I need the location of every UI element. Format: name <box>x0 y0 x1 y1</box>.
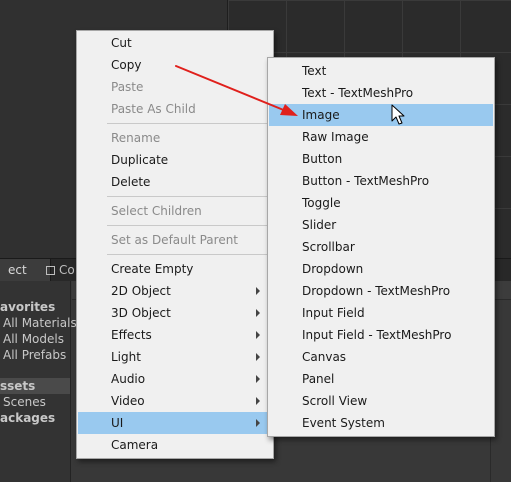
menu-item-label: Copy <box>111 58 142 72</box>
menu-item-set-default-parent[interactable]: Set as Default Parent <box>78 229 272 251</box>
menu-item-label: Set as Default Parent <box>111 233 239 247</box>
submenu-item-label: Image <box>302 108 340 122</box>
submenu-item-button-tmp[interactable]: Button - TextMeshPro <box>269 170 493 192</box>
menu-separator <box>107 254 269 255</box>
menu-item-3d-object[interactable]: 3D Object <box>78 302 272 324</box>
menu-item-delete[interactable]: Delete <box>78 171 272 193</box>
menu-item-label: Create Empty <box>111 262 194 276</box>
submenu-item-label: Button <box>302 152 343 166</box>
menu-item-label: Cut <box>111 36 132 50</box>
menu-item-rename[interactable]: Rename <box>78 127 272 149</box>
menu-item-2d-object[interactable]: 2D Object <box>78 280 272 302</box>
menu-item-label: 2D Object <box>111 284 171 298</box>
submenu-item-label: Event System <box>302 416 385 430</box>
tree-all-prefabs[interactable]: All Prefabs <box>3 347 66 363</box>
submenu-item-raw-image[interactable]: Raw Image <box>269 126 493 148</box>
submenu-item-label: Text <box>302 64 327 78</box>
tab-project-label: ect <box>8 263 27 277</box>
project-tree: avorites All Materials All Models All Pr… <box>0 281 77 482</box>
menu-item-copy[interactable]: Copy <box>78 54 272 76</box>
menu-item-light[interactable]: Light <box>78 346 272 368</box>
submenu-item-scrollbar[interactable]: Scrollbar <box>269 236 493 258</box>
menu-item-video[interactable]: Video <box>78 390 272 412</box>
menu-item-create-empty[interactable]: Create Empty <box>78 258 272 280</box>
menu-item-paste-as-child[interactable]: Paste As Child <box>78 98 272 120</box>
console-icon <box>46 266 55 275</box>
menu-item-duplicate[interactable]: Duplicate <box>78 149 272 171</box>
ui-submenu: Text Text - TextMeshPro Image Raw Image … <box>267 57 495 437</box>
menu-item-effects[interactable]: Effects <box>78 324 272 346</box>
menu-item-select-children[interactable]: Select Children <box>78 200 272 222</box>
menu-item-label: Light <box>111 350 141 364</box>
submenu-arrow-icon <box>256 397 260 405</box>
menu-item-paste[interactable]: Paste <box>78 76 272 98</box>
tree-all-models[interactable]: All Models <box>3 331 64 347</box>
menu-item-camera[interactable]: Camera <box>78 434 272 456</box>
submenu-item-label: Scrollbar <box>302 240 355 254</box>
menu-item-cut[interactable]: Cut <box>78 32 272 54</box>
tree-scenes[interactable]: Scenes <box>3 394 46 410</box>
tab-console-label: Co <box>59 263 75 277</box>
submenu-item-toggle[interactable]: Toggle <box>269 192 493 214</box>
submenu-item-label: Text - TextMeshPro <box>302 86 414 100</box>
submenu-item-canvas[interactable]: Canvas <box>269 346 493 368</box>
menu-item-label: Rename <box>111 131 161 145</box>
submenu-arrow-icon <box>256 331 260 339</box>
menu-item-label: UI <box>111 416 124 430</box>
menu-separator <box>107 196 269 197</box>
submenu-item-label: Input Field - TextMeshPro <box>302 328 452 342</box>
menu-separator <box>107 123 269 124</box>
menu-item-label: Delete <box>111 175 151 189</box>
submenu-arrow-icon <box>256 353 260 361</box>
submenu-item-text-tmp[interactable]: Text - TextMeshPro <box>269 82 493 104</box>
submenu-item-label: Canvas <box>302 350 347 364</box>
submenu-item-label: Scroll View <box>302 394 368 408</box>
menu-item-label: Effects <box>111 328 152 342</box>
submenu-item-text[interactable]: Text <box>269 60 493 82</box>
submenu-item-panel[interactable]: Panel <box>269 368 493 390</box>
submenu-item-input-field-tmp[interactable]: Input Field - TextMeshPro <box>269 324 493 346</box>
menu-item-label: Audio <box>111 372 146 386</box>
mouse-cursor-icon <box>391 104 405 125</box>
submenu-item-label: Toggle <box>302 196 341 210</box>
tree-favorites[interactable]: avorites <box>0 299 55 315</box>
submenu-item-slider[interactable]: Slider <box>269 214 493 236</box>
tree-assets[interactable]: ssets <box>0 378 35 394</box>
submenu-arrow-icon <box>256 375 260 383</box>
menu-item-label: Paste <box>111 80 144 94</box>
submenu-arrow-icon <box>256 287 260 295</box>
menu-item-ui[interactable]: UI <box>78 412 272 434</box>
menu-item-label: Duplicate <box>111 153 169 167</box>
submenu-arrow-icon <box>256 419 260 427</box>
menu-item-label: Camera <box>111 438 159 452</box>
submenu-item-input-field[interactable]: Input Field <box>269 302 493 324</box>
context-menu: Cut Copy Paste Paste As Child Rename Dup… <box>76 30 274 459</box>
submenu-item-label: Slider <box>302 218 337 232</box>
tree-all-materials[interactable]: All Materials <box>3 315 77 331</box>
submenu-item-dropdown-tmp[interactable]: Dropdown - TextMeshPro <box>269 280 493 302</box>
submenu-item-dropdown[interactable]: Dropdown <box>269 258 493 280</box>
submenu-item-scroll-view[interactable]: Scroll View <box>269 390 493 412</box>
menu-item-label: 3D Object <box>111 306 171 320</box>
submenu-arrow-icon <box>256 309 260 317</box>
submenu-item-button[interactable]: Button <box>269 148 493 170</box>
submenu-item-label: Dropdown - TextMeshPro <box>302 284 451 298</box>
tree-packages[interactable]: ackages <box>0 410 55 426</box>
submenu-item-event-system[interactable]: Event System <box>269 412 493 434</box>
menu-item-label: Paste As Child <box>111 102 196 116</box>
submenu-item-label: Input Field <box>302 306 365 320</box>
submenu-item-label: Raw Image <box>302 130 369 144</box>
submenu-item-label: Panel <box>302 372 335 386</box>
menu-separator <box>107 225 269 226</box>
submenu-item-label: Button - TextMeshPro <box>302 174 430 188</box>
menu-item-label: Video <box>111 394 145 408</box>
menu-item-label: Select Children <box>111 204 202 218</box>
submenu-item-image[interactable]: Image <box>269 104 493 126</box>
submenu-item-label: Dropdown <box>302 262 364 276</box>
menu-item-audio[interactable]: Audio <box>78 368 272 390</box>
